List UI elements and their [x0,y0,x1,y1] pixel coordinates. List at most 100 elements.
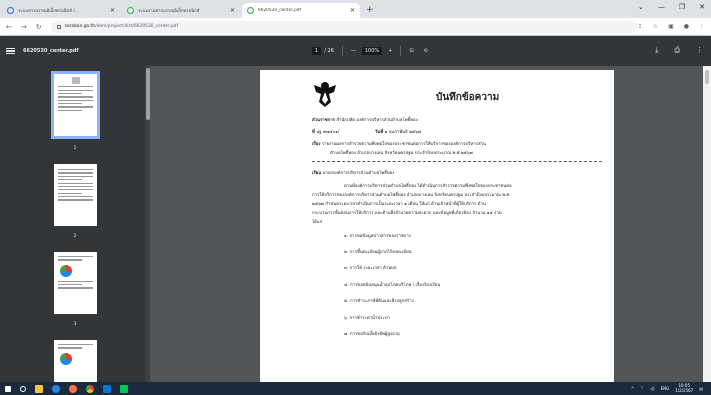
browser-tab-strip: ระบบสารบรรณอิเล็กทรอนิกส์ (... ✕ ระบบงาน… [0,0,711,18]
page-number-input[interactable]: 1 [312,47,322,55]
thumbnail-number: 1 [73,146,77,151]
site-favicon-icon [127,7,134,14]
list-item: ๑. การขอข้อมูลข่าวสารของราชการ [344,234,411,239]
new-tab-button[interactable]: + [366,5,374,15]
windows-start-icon[interactable] [5,385,11,392]
agency-label: ส่วนราชการ [312,118,335,123]
pdf-actions: ⤓ ⎙ ⋮ [655,46,703,55]
site-favicon-icon [247,7,254,14]
back-icon[interactable]: ← [6,23,12,31]
download-icon[interactable]: ⤓ [655,46,658,55]
address-path: /ebm/project/dist/6620530_center.pdf [95,24,178,29]
profile-icon[interactable]: ● [684,23,689,30]
list-item: ๕. การชำระภาษีที่ดินและสิ่งปลูกสร้าง [344,299,414,304]
file-explorer-icon[interactable] [35,384,43,393]
close-tab-icon[interactable]: ✕ [230,7,235,14]
volume-icon[interactable]: ◁) [650,386,655,391]
sidepanel-icon[interactable]: ▣ [668,23,674,30]
search-icon[interactable] [20,385,26,392]
zoom-in-button[interactable]: + [388,48,392,54]
thumbnail-sidebar: 1 2 3 [0,66,150,382]
close-tab-icon[interactable]: ✕ [350,7,355,14]
list-item: ๗. การขอรับเบี้ยยังชีพผู้สูงอายุ [344,332,400,337]
ref-label: ที่ [312,130,315,135]
close-window-icon[interactable]: ✕ [699,3,705,11]
page-thumbnail[interactable] [51,71,100,139]
os-taskbar: ^ ⌔ ◁) ENG 10:05 1/2/2567 ▤ [0,382,711,395]
header-divider [312,161,602,162]
pie-chart-graphic [60,352,72,365]
clock-date: 1/2/2567 [675,388,694,393]
close-tab-icon[interactable]: ✕ [110,7,115,14]
page-total: / 26 [324,48,334,54]
date-value: ๑ กุมภาพันธ์ ๒๕๖๗ [384,130,422,135]
page-thumbnail[interactable] [54,340,97,382]
more-menu-icon[interactable]: ⋮ [699,23,705,30]
ref-value: นฐ ๗๗๕๐๑/ [316,130,340,135]
memo-title: บันทึกข้อความ [436,92,500,103]
line-app-icon[interactable] [120,384,128,393]
clock[interactable]: 10:05 1/2/2567 [675,383,693,393]
list-item: ๓. การให้ ระยะเวลา ด้านบล [344,266,397,271]
tab-title: ระบบสารบรรณอิเล็กทรอนิกส์ (... [18,9,80,14]
subject-label: เรื่อง [312,142,321,147]
list-item: ๔. การขอสนับสนุนน้ำอุปโภคบริโภค / เรื่อง… [344,283,441,288]
body-text: การให้บริการขององค์การบริหารส่วนตำบลโพธิ… [312,193,511,198]
browser-tab-1[interactable]: ระบบสารบรรณอิเล็กทรอนิกส์ (... ✕ [2,3,120,18]
edge-browser-icon[interactable] [52,384,60,393]
toolbar-divider [400,46,402,56]
minimize-icon[interactable]: — [658,3,665,11]
language-indicator[interactable]: ENG [661,386,670,391]
address-input[interactable]: saraban.go.th /ebm/project/dist/6620530_… [50,20,638,33]
pdf-viewer: บันทึกข้อความ ส่วนราชการ สำนักปลัด องค์ก… [150,66,711,382]
restore-icon[interactable]: ❐ [679,3,685,11]
subject-text-cont: ตำบลโพธิ์ทอง อำเภอบางเลน จังหวัดนครปฐม ป… [330,151,473,156]
tab-search-icon[interactable]: ⌄ [638,3,644,11]
subject-text: รายงานผลการสำรวจความพึงพอใจของประชาชนต่อ… [321,142,486,147]
browser-actions: ⇪ ☆ ▣ ● ⋮ [638,23,705,30]
page-thumbnail[interactable] [54,252,97,314]
address-host: saraban.go.th [64,24,96,29]
share-icon[interactable]: ⇪ [638,23,643,30]
date-label: วันที่ [375,130,384,135]
tab-title: ระบบงานสารบรรณอิเล็กทรอนิกส์ [138,9,200,14]
agency-value: สำนักปลัด องค์การบริหารส่วนตำบลโพธิ์ทอง [336,118,418,123]
notifications-icon[interactable]: ▤ [699,386,703,391]
reload-icon[interactable]: ↻ [36,23,42,31]
zoom-out-button[interactable]: — [351,48,356,54]
hamburger-menu-icon[interactable] [6,46,15,56]
body-text: ตามที่องค์การบริหารส่วนตำบลโพธิ์ทอง ได้ด… [344,184,512,189]
mail-icon[interactable] [103,384,111,393]
firefox-icon[interactable] [69,384,77,393]
body-text: ได้แก่ [312,220,323,225]
more-actions-icon[interactable]: ⋮ [696,46,703,55]
fit-page-icon[interactable]: ⊡ [409,48,413,54]
tab-title: 6620530_center.pdf [258,8,302,13]
salutation-label: เรียน [312,171,322,176]
lock-icon [56,24,61,29]
forward-icon[interactable]: → [21,23,27,31]
body-text: ๒๕๖๗ กำหนดระยะเวลาดำเนินการเป็นระยะเวลา … [312,202,486,207]
pdf-page: บันทึกข้อความ ส่วนราชการ สำนักปลัด องค์ก… [260,70,614,382]
chrome-icon[interactable] [86,384,94,393]
page-thumbnail[interactable] [54,164,97,226]
site-favicon-icon [7,7,14,14]
list-item: ๖. การชำระค่าน้ำประปา [344,316,390,321]
bookmark-star-icon[interactable]: ☆ [653,23,658,30]
rotate-icon[interactable]: ⟲ [424,48,428,54]
salutation-value: นายกองค์การบริหารส่วนตำบลโพธิ์ทอง [322,171,395,176]
browser-tab-3[interactable]: 6620530_center.pdf ✕ [242,3,360,18]
browser-tab-2[interactable]: ระบบงานสารบรรณอิเล็กทรอนิกส์ ✕ [122,3,240,18]
system-tray: ^ ⌔ ◁) ENG 10:05 1/2/2567 ▤ [631,383,703,393]
network-icon[interactable]: ⌔ [640,385,644,391]
pdf-file-name: 6620530_center.pdf [23,48,79,54]
print-icon[interactable]: ⎙ [674,46,680,55]
tray-chevron-icon[interactable]: ^ [631,386,634,391]
pie-chart-graphic [60,264,72,277]
garuda-emblem-icon [314,82,336,107]
viewer-scrollbar[interactable] [703,66,711,382]
page-controls: 1 / 26 — 100% + ⊡ ⟲ [312,46,428,56]
pdf-toolbar: 6620530_center.pdf 1 / 26 — 100% + ⊡ ⟲ ⤓… [0,36,711,66]
zoom-input[interactable]: 100% [361,47,383,55]
thumbnail-number: 2 [73,234,77,239]
